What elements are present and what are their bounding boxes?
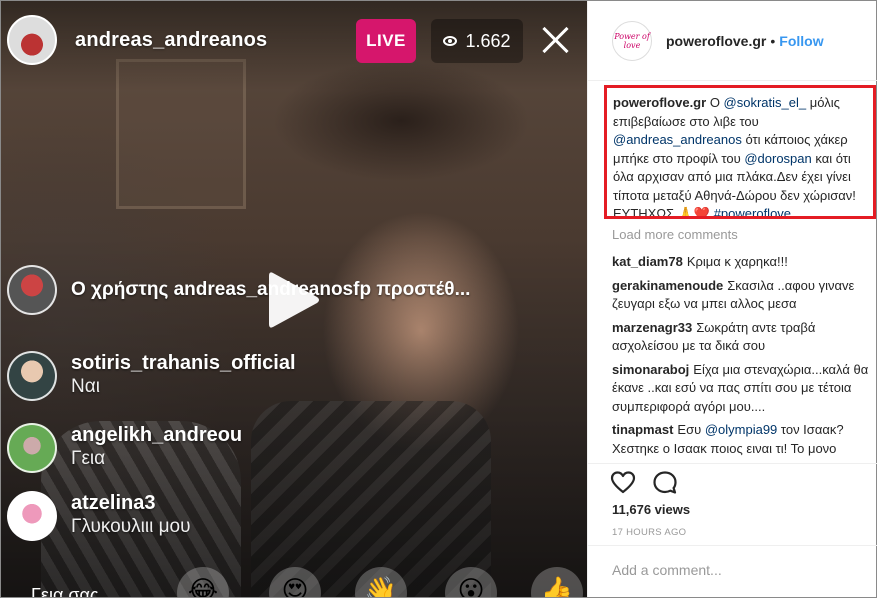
chat-message: Ναι bbox=[71, 376, 100, 397]
reaction-laugh-icon[interactable]: 😂 bbox=[177, 567, 229, 597]
comment-username[interactable]: simonaraboj bbox=[612, 362, 689, 377]
comment-icon[interactable] bbox=[652, 470, 678, 496]
live-video[interactable]: andreas_andreanos LIVE 1.662 Ο χρήστης a… bbox=[1, 1, 587, 597]
reaction-thumbs-up-icon[interactable]: 👍 bbox=[531, 567, 583, 597]
comment-item: kat_diam78 Κριμα κ χαρηκα!!! bbox=[612, 253, 870, 272]
post-panel: Power of love poweroflove.gr • Follow po… bbox=[587, 1, 877, 597]
comment-username[interactable]: kat_diam78 bbox=[612, 254, 683, 269]
mention-link[interactable]: @sokratis_el_ bbox=[724, 95, 807, 110]
chat-avatar[interactable] bbox=[7, 423, 57, 473]
mention-link[interactable]: @dorospan bbox=[744, 151, 811, 166]
comment-username[interactable]: marzenagr33 bbox=[612, 320, 692, 335]
system-message: Ο χρήστης andreas_andreanosfp προστέθ... bbox=[7, 265, 470, 315]
text-run: Εσυ bbox=[677, 422, 705, 437]
post-header: Power of love poweroflove.gr • Follow bbox=[588, 1, 877, 81]
comment-item: gerakinamenoude Σκασιλα ..αφου γιναvε ζευ… bbox=[612, 277, 870, 314]
add-comment-area bbox=[588, 545, 877, 597]
mention-link[interactable]: @andreas_andreanos bbox=[613, 132, 742, 147]
comment-item: tinapmast Εσυ @olympia99 τον Ισαακ? Χεστη… bbox=[612, 421, 870, 458]
chat-avatar[interactable] bbox=[7, 491, 57, 541]
partial-chat-message: Γεια σας bbox=[31, 585, 99, 597]
viewer-count: 1.662 bbox=[465, 30, 511, 51]
live-chat-item: sotiris_trahanis_official Ναι bbox=[7, 351, 296, 401]
reaction-bar: Γεια σας 😂 😍 👋 😮 👍 bbox=[1, 567, 587, 597]
account-avatar[interactable]: Power of love bbox=[612, 20, 652, 61]
post-actions: 11,676 views 17 HOURS AGO bbox=[588, 463, 877, 545]
view-count[interactable]: 11,676 views bbox=[612, 502, 690, 517]
reaction-wave-icon[interactable]: 👋 bbox=[355, 567, 407, 597]
follow-button[interactable]: Follow bbox=[779, 33, 823, 49]
chat-message: Γεια bbox=[71, 448, 106, 469]
mention-link[interactable]: @olympia99 bbox=[705, 422, 777, 437]
chat-username[interactable]: angelikh_andreou bbox=[71, 423, 242, 447]
add-comment-input[interactable] bbox=[612, 562, 852, 578]
host-avatar[interactable] bbox=[7, 15, 57, 65]
play-button[interactable] bbox=[259, 267, 325, 333]
post-caption: poweroflove.gr Ο @sokratis_el_ μόλις επι… bbox=[604, 85, 876, 219]
caption-author[interactable]: poweroflove.gr bbox=[613, 95, 706, 110]
comment-username[interactable]: tinapmast bbox=[612, 422, 673, 437]
live-chat-item: atzelina3 Γλυκουλιιι μου bbox=[7, 491, 190, 541]
comments-list: kat_diam78 Κριμα κ χαρηκα!!! gerakinameno… bbox=[612, 253, 870, 458]
separator-dot: • bbox=[770, 32, 776, 49]
play-icon bbox=[269, 272, 319, 328]
live-badge: LIVE bbox=[356, 19, 416, 63]
mention-link[interactable]: #poweroflove bbox=[714, 206, 791, 216]
live-chat-item: angelikh_andreou Γεια bbox=[7, 423, 242, 473]
reaction-wow-icon[interactable]: 😮 bbox=[445, 567, 497, 597]
reaction-heart-eyes-icon[interactable]: 😍 bbox=[269, 567, 321, 597]
load-more-comments[interactable]: Load more comments bbox=[612, 227, 738, 242]
host-info[interactable]: andreas_andreanos bbox=[7, 15, 267, 65]
chat-message: Γλυκουλιιι μου bbox=[71, 516, 191, 537]
viewer-count-badge: 1.662 bbox=[431, 19, 523, 63]
system-message-avatar bbox=[7, 265, 57, 315]
host-username[interactable]: andreas_andreanos bbox=[75, 29, 267, 52]
comment-item: simonaraboj Είχα μια στεναχώρια...καλά θα… bbox=[612, 361, 870, 417]
comment-text: Κριμα κ χαρηκα!!! bbox=[686, 254, 788, 269]
chat-avatar[interactable] bbox=[7, 351, 57, 401]
heart-icon[interactable] bbox=[610, 470, 636, 496]
text-run: Ο bbox=[709, 95, 724, 110]
eye-icon bbox=[443, 36, 458, 46]
comment-item: marzenagr33 Σωκράτη αντε τραβά ασχολείσου… bbox=[612, 319, 870, 356]
close-icon[interactable] bbox=[541, 25, 571, 55]
caption-text: Ο @sokratis_el_ μόλις επιβεβαίωσε στο λι… bbox=[613, 95, 856, 216]
post-timestamp[interactable]: 17 HOURS AGO bbox=[612, 527, 686, 538]
account-name[interactable]: poweroflove.gr bbox=[666, 33, 766, 49]
chat-username[interactable]: sotiris_trahanis_official bbox=[71, 351, 296, 375]
comment-username[interactable]: gerakinamenoude bbox=[612, 278, 723, 293]
chat-username[interactable]: atzelina3 bbox=[71, 491, 190, 515]
